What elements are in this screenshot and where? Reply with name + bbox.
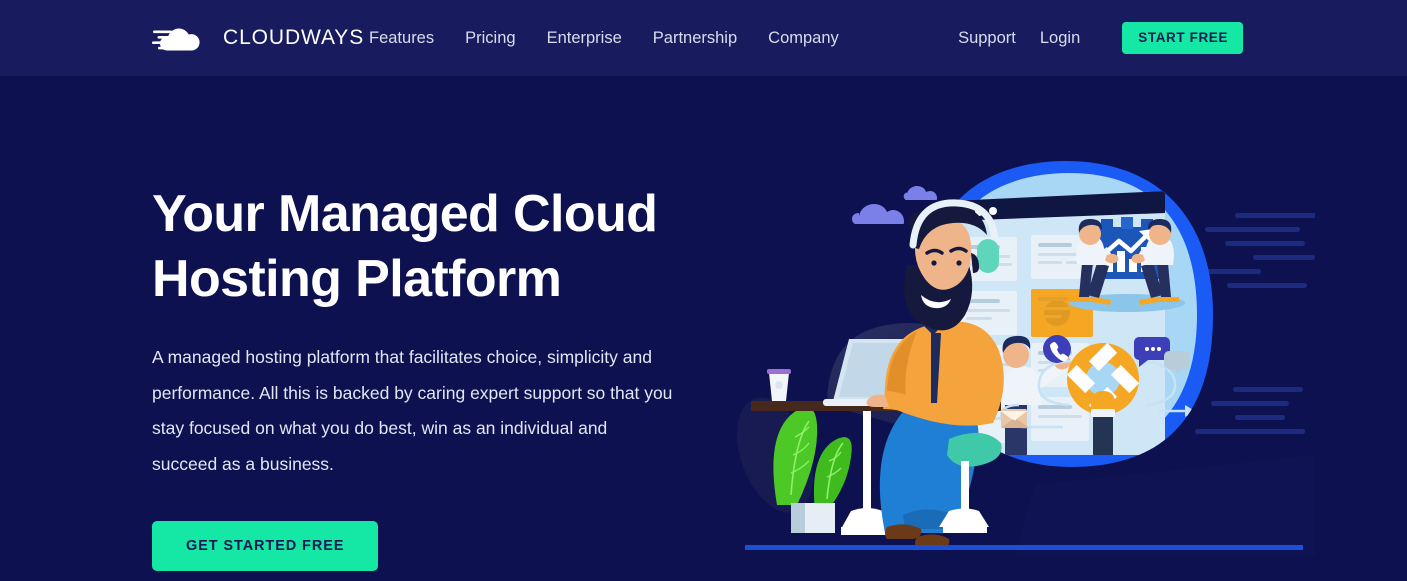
phone-icon [1043, 335, 1071, 363]
clock-icon [1195, 400, 1213, 434]
nav-item-features[interactable]: Features [369, 30, 434, 47]
header-utility-group: Support Login START FREE [958, 22, 1243, 54]
forearm [1093, 411, 1113, 455]
envelope-icon [1001, 409, 1029, 428]
nav-item-company[interactable]: Company [768, 30, 839, 47]
support-agent-person [866, 199, 1004, 549]
hero-copy: Your Managed Cloud Hosting Platform A ma… [152, 182, 712, 572]
hero-subtitle: A managed hosting platform that facilita… [152, 347, 673, 475]
desk-scene [751, 199, 1004, 549]
floor-shade [1015, 455, 1315, 555]
site-header: CLOUDWAYS Features Pricing Enterprise Pa… [0, 0, 1407, 76]
nav-item-pricing[interactable]: Pricing [465, 30, 515, 47]
start-free-button[interactable]: START FREE [1122, 22, 1243, 54]
get-started-free-button[interactable]: GET STARTED FREE [152, 520, 379, 572]
eye [956, 260, 962, 266]
hero-title: Your Managed Cloud Hosting Platform [152, 185, 658, 308]
nav-item-enterprise[interactable]: Enterprise [547, 30, 622, 47]
brand-name: CLOUDWAYS [223, 26, 365, 49]
nav-item-partnership[interactable]: Partnership [653, 30, 737, 47]
hero-illustration-svg [737, 161, 1315, 555]
shirt-cuff [1091, 409, 1115, 417]
cloud-speed-icon [152, 21, 214, 55]
main-nav: Features Pricing Enterprise Partnership … [369, 30, 839, 47]
login-link[interactable]: Login [1040, 30, 1080, 47]
support-link[interactable]: Support [958, 30, 1016, 47]
eye [931, 260, 937, 266]
coffee-cup-icon [767, 369, 791, 401]
brand-logo-link[interactable]: CLOUDWAYS [152, 21, 364, 55]
hero-illustration [735, 155, 1315, 575]
people-carrying-growth-chart [1069, 217, 1185, 312]
ground-line [745, 545, 1303, 550]
